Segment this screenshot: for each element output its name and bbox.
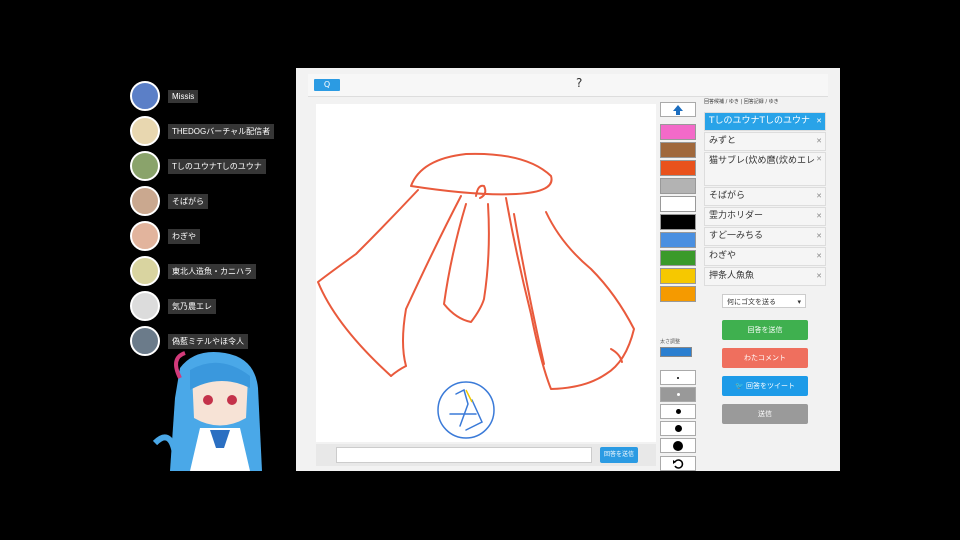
submit-answer-button[interactable]: 回答を送信: [722, 320, 808, 340]
color-swatch-pink[interactable]: [660, 124, 696, 140]
answer-item[interactable]: わぎや ✕: [704, 247, 826, 266]
player-row[interactable]: TしのユウナTしのユウナ: [130, 150, 266, 182]
close-icon[interactable]: ✕: [816, 153, 822, 166]
player-row[interactable]: そばがら: [130, 185, 208, 217]
answer-input[interactable]: [336, 447, 592, 463]
color-swatch-yellow[interactable]: [660, 268, 696, 284]
close-icon[interactable]: ✕: [816, 133, 822, 150]
player-name: わぎや: [168, 228, 200, 244]
close-icon[interactable]: ✕: [816, 208, 822, 225]
brush-size-1[interactable]: [660, 370, 696, 385]
player-name: Missis: [168, 89, 199, 103]
avatar: [130, 116, 160, 146]
close-icon[interactable]: ✕: [816, 228, 822, 245]
bird-icon: 🐦: [735, 382, 746, 390]
game-area: Q ? 回答を送信 太さ調整 回答候補 / ゆき | 回答記録 / ゆき Tしの…: [296, 68, 840, 471]
send-button[interactable]: 回答を送信: [600, 447, 638, 463]
avatar: [130, 221, 160, 251]
brush-size-2[interactable]: [660, 387, 696, 402]
close-icon[interactable]: ✕: [816, 248, 822, 265]
mascot-character-image: [152, 351, 262, 471]
player-row[interactable]: 気乃農エレ: [130, 290, 216, 322]
chat-bar: 回答を送信: [316, 444, 656, 466]
top-bar: Q ?: [308, 74, 828, 97]
close-icon[interactable]: ✕: [816, 268, 822, 285]
color-swatch-green[interactable]: [660, 250, 696, 266]
avatar: [130, 186, 160, 216]
comment-button[interactable]: わたコメント: [722, 348, 808, 368]
word-hint: ?: [576, 76, 583, 90]
color-swatch-gray[interactable]: [660, 178, 696, 194]
player-name: 東北人造魚・カニハラ: [168, 263, 256, 279]
game-window: Missis THEDOGバーチャル配信者 TしのユウナTしのユウナ そばがら …: [120, 68, 840, 471]
player-row[interactable]: Missis: [130, 80, 199, 112]
brush-size-5[interactable]: [660, 438, 696, 453]
color-swatch-orange[interactable]: [660, 286, 696, 302]
color-palette: 太さ調整: [658, 100, 700, 471]
answer-item[interactable]: 猫サブレ(炊め麿(炊めエレ ✕: [704, 152, 826, 186]
player-row[interactable]: 東北人造魚・カニハラ: [130, 255, 256, 287]
answer-item[interactable]: 霊力ホリダー ✕: [704, 207, 826, 226]
color-swatch-brown[interactable]: [660, 142, 696, 158]
avatar: [130, 81, 160, 111]
size-label: 太さ調整: [660, 339, 681, 345]
close-icon[interactable]: ✕: [816, 188, 822, 205]
undo-icon[interactable]: [660, 456, 696, 471]
brush-size-4[interactable]: [660, 421, 696, 436]
player-name: そばがら: [168, 193, 208, 209]
answer-item[interactable]: そばがら ✕: [704, 187, 826, 206]
up-arrow-icon[interactable]: [660, 102, 696, 117]
tweet-button[interactable]: 🐦 回答をツイート: [722, 376, 808, 396]
drawing-canvas[interactable]: [316, 104, 656, 442]
color-swatch-white[interactable]: [660, 196, 696, 212]
player-row[interactable]: THEDOGバーチャル配信者: [130, 115, 275, 147]
answer-item[interactable]: みずと ✕: [704, 132, 826, 151]
color-swatch-blue[interactable]: [660, 232, 696, 248]
player-name: TしのユウナTしのユウナ: [168, 158, 266, 174]
player-name: 気乃農エレ: [168, 298, 216, 314]
answer-item[interactable]: すど一みちる ✕: [704, 227, 826, 246]
player-list: Missis THEDOGバーチャル配信者 TしのユウナTしのユウナ そばがら …: [120, 68, 296, 471]
answer-panel: 回答候補 / ゆき | 回答記録 / ゆき TしのユウナTしのユウナ ✕ みずと ✕…: [704, 98, 830, 468]
player-name: THEDOGバーチャル配信者: [168, 123, 275, 139]
send-button[interactable]: 送信: [722, 404, 808, 424]
color-swatch-orange-red[interactable]: [660, 160, 696, 176]
player-row[interactable]: わぎや: [130, 220, 200, 252]
avatar: [130, 151, 160, 181]
avatar: [130, 291, 160, 321]
color-swatch-black[interactable]: [660, 214, 696, 230]
chevron-down-icon: ▾: [797, 298, 801, 306]
avatar: [130, 256, 160, 286]
brush-size-3[interactable]: [660, 404, 696, 419]
close-icon[interactable]: ✕: [816, 113, 822, 130]
search-button[interactable]: Q: [314, 79, 340, 91]
target-dropdown[interactable]: 何にゴ文を送る ▾: [722, 294, 806, 308]
answers-title: 回答候補 / ゆき | 回答記録 / ゆき: [704, 99, 779, 105]
answer-item[interactable]: TしのユウナTしのユウナ ✕: [704, 112, 826, 131]
size-slider[interactable]: [660, 347, 692, 357]
player-name: 偽藍ミテルやほ令人: [168, 333, 248, 349]
answer-item[interactable]: 押条人魚魚 ✕: [704, 267, 826, 286]
